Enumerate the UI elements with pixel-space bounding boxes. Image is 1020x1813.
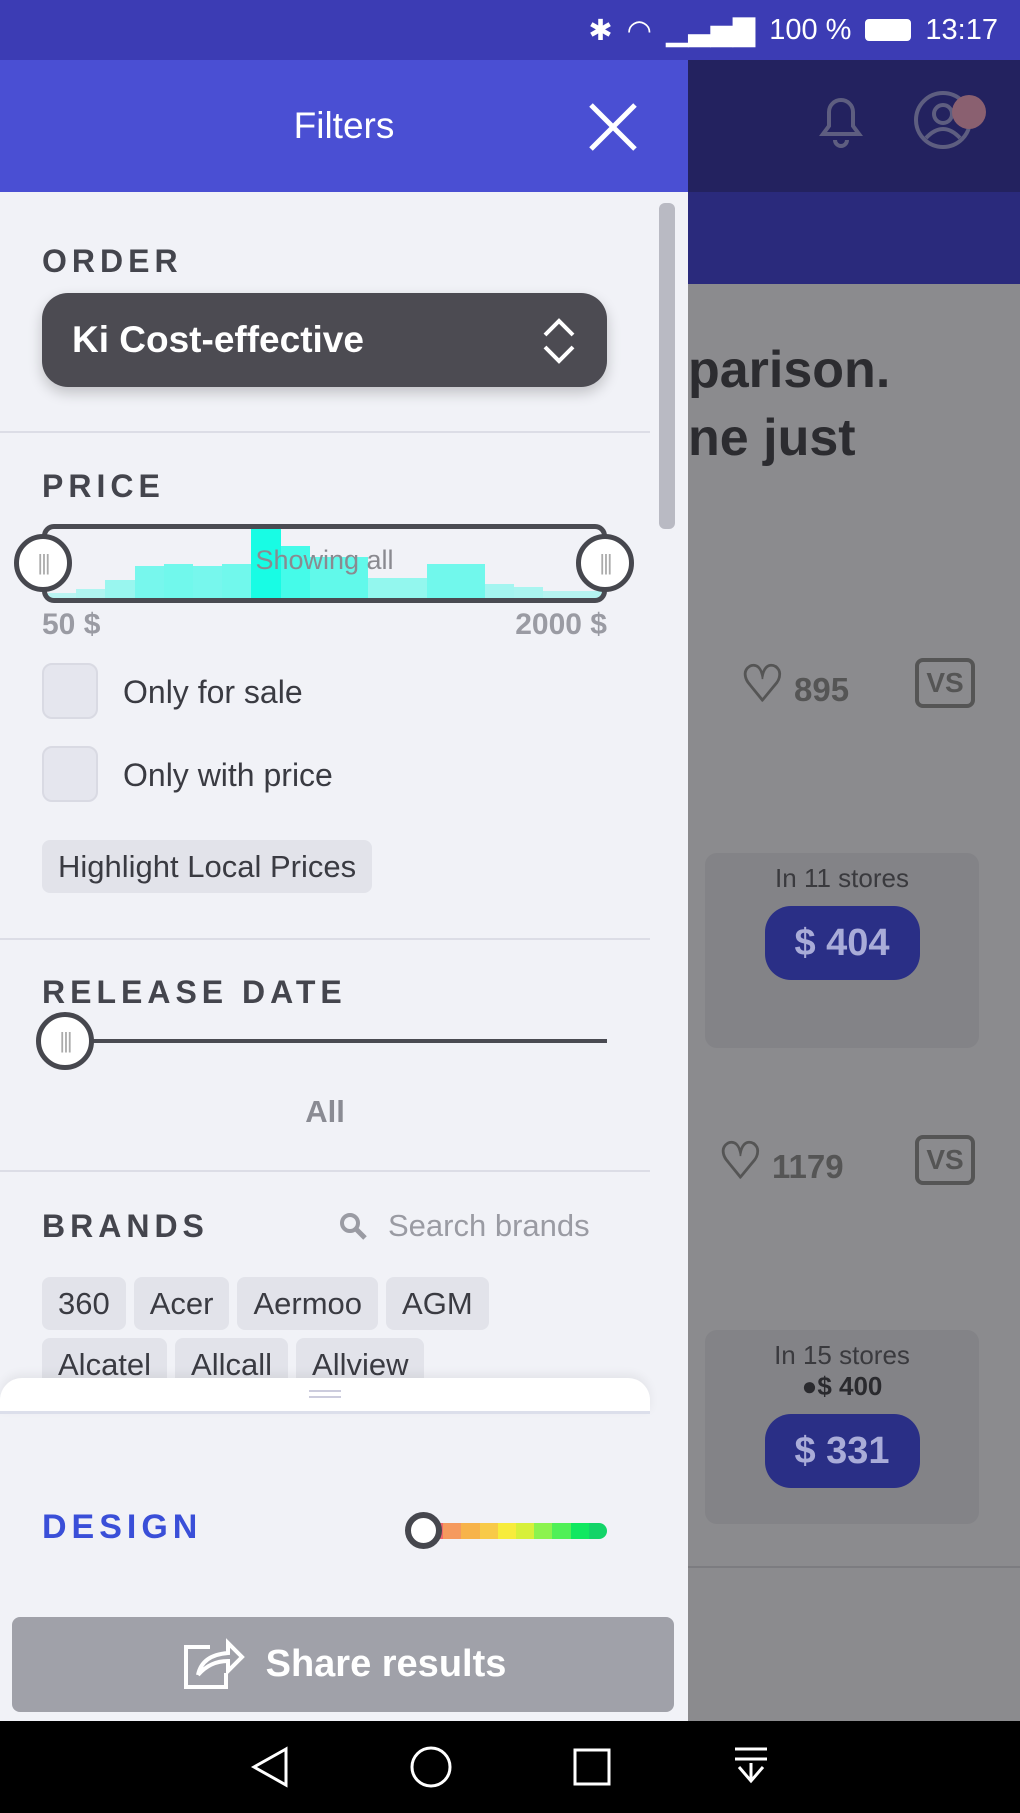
wifi-icon: ◠: [626, 14, 652, 47]
signal-icon: ▁▃▅▇: [665, 14, 756, 47]
rating-segment: [516, 1523, 535, 1539]
brand-chip[interactable]: Acer: [133, 1277, 230, 1330]
rating-segment: [479, 1523, 498, 1539]
battery-icon: [865, 19, 912, 41]
highlight-local-prices-button[interactable]: Highlight Local Prices: [42, 840, 373, 893]
design-rating-handle[interactable]: [405, 1512, 442, 1549]
rating-segment: [570, 1523, 589, 1539]
histogram-bar: [514, 586, 544, 598]
histogram-bar: [368, 577, 398, 598]
divider: [0, 938, 650, 940]
sheet-handle-bar[interactable]: [0, 1378, 650, 1414]
price-label: PRICE: [42, 468, 165, 504]
brand-list: 360 Acer Aermoo AGM Alcatel Allcall Allview: [42, 1277, 562, 1391]
notification-pull-icon[interactable]: [731, 1745, 771, 1789]
store-card[interactable]: In 15 stores ●$ 400 $ 331: [705, 1330, 979, 1524]
home-icon[interactable]: [409, 1745, 453, 1789]
status-bar: ✱ ◠ ▁▃▅▇ 100 % 13:17: [0, 0, 1020, 60]
share-results-button[interactable]: Share results: [12, 1617, 674, 1712]
drawer-header: Filters: [0, 60, 688, 192]
order-value: Ki Cost-effective: [72, 319, 364, 360]
filters-drawer: Filters ORDER Ki Cost-effective PRICE Sh…: [0, 60, 688, 1721]
brand-search[interactable]: Search brands: [338, 1208, 590, 1244]
histogram-bar: [485, 584, 515, 598]
store-count: In 11 stores: [775, 863, 909, 893]
heading-line: ne just: [688, 409, 856, 467]
chevron-updown-icon: [543, 318, 575, 364]
close-icon[interactable]: [588, 102, 638, 152]
checkbox-label: Only for sale: [123, 674, 303, 710]
price-button[interactable]: $ 404: [764, 906, 920, 980]
like-count[interactable]: ♡ 1179: [718, 1132, 844, 1190]
drag-handle-icon[interactable]: [309, 1390, 341, 1398]
heart-icon: ♡: [740, 656, 785, 712]
design-label: DESIGN: [42, 1508, 203, 1546]
histogram-bar: [543, 591, 573, 598]
price-button[interactable]: $ 331: [764, 1414, 920, 1488]
divider: [688, 1566, 1020, 1568]
histogram-bar: [397, 577, 427, 598]
scrollbar[interactable]: [659, 203, 675, 529]
price-min-handle[interactable]: |||: [14, 534, 72, 592]
heading-line: parison.: [688, 341, 891, 399]
rating-segment: [534, 1523, 553, 1539]
rating-segment: [588, 1523, 607, 1539]
bluetooth-icon: ✱: [588, 14, 613, 47]
recents-icon[interactable]: [572, 1747, 612, 1787]
drawer-title: Filters: [293, 105, 395, 146]
histogram-bar: [572, 591, 602, 598]
histogram-bar: [105, 579, 135, 598]
rating-segment: [443, 1523, 462, 1539]
account-icon[interactable]: [913, 90, 993, 154]
compare-vs-icon[interactable]: VS: [915, 1135, 975, 1185]
release-date-slider[interactable]: [42, 1039, 607, 1043]
local-price: ●$ 400: [801, 1371, 883, 1401]
price-min: 50 $: [42, 608, 101, 641]
checkbox-label: Only with price: [123, 757, 333, 793]
release-date-handle[interactable]: |||: [36, 1012, 94, 1070]
store-card[interactable]: In 11 stores $ 404: [705, 853, 979, 1048]
price-max-handle[interactable]: |||: [576, 534, 634, 592]
tab-bar: [688, 192, 1020, 284]
brand-chip[interactable]: 360: [42, 1277, 126, 1330]
footer: Share results: [0, 1605, 688, 1721]
clock: 13:17: [925, 13, 998, 46]
android-nav-bar: [0, 1721, 1020, 1813]
brand-search-placeholder: Search brands: [388, 1208, 590, 1243]
design-rating-slider[interactable]: [425, 1523, 607, 1539]
app-header: [688, 60, 1020, 192]
price-max: 2000 $: [515, 608, 607, 641]
brand-chip[interactable]: AGM: [386, 1277, 489, 1330]
release-date-value: All: [305, 1094, 345, 1129]
histogram-bar: [76, 588, 106, 598]
compare-vs-icon[interactable]: VS: [915, 658, 975, 708]
share-label: Share results: [265, 1643, 507, 1685]
slider-status: Showing all: [255, 545, 394, 575]
order-select[interactable]: Ki Cost-effective: [42, 293, 607, 387]
price-range-slider[interactable]: Showing all: [42, 524, 607, 603]
battery-percent: 100 %: [769, 13, 852, 46]
brand-chip[interactable]: Aermoo: [237, 1277, 379, 1330]
share-icon: [183, 1637, 245, 1689]
like-count[interactable]: ♡ 895: [740, 655, 849, 713]
divider: [0, 431, 650, 433]
search-icon: [340, 1213, 367, 1240]
rating-segment: [552, 1523, 571, 1539]
rating-segment: [497, 1523, 517, 1539]
order-label: ORDER: [42, 243, 183, 279]
store-count: In 15 stores: [774, 1340, 910, 1370]
us-flag-icon: ●: [801, 1371, 818, 1401]
histogram-bar: [47, 593, 77, 598]
heart-icon: ♡: [718, 1133, 763, 1189]
release-date-label: RELEASE DATE: [42, 974, 347, 1010]
back-icon[interactable]: [250, 1745, 290, 1789]
divider: [0, 1170, 650, 1172]
only-for-sale-checkbox[interactable]: [42, 663, 98, 719]
brands-label: BRANDS: [42, 1208, 209, 1244]
rating-segment: [461, 1523, 480, 1539]
only-with-price-checkbox[interactable]: [42, 746, 98, 802]
bell-icon[interactable]: [813, 90, 869, 150]
